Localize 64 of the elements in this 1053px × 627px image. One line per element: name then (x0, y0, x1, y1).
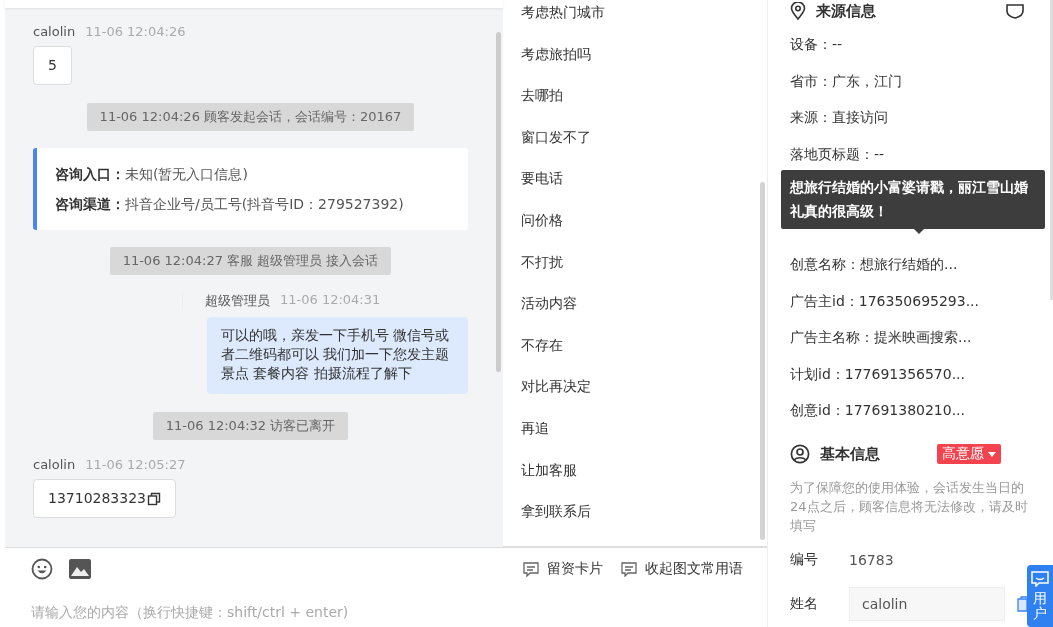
source-row-text: 广告主id：176350695293... (790, 291, 980, 311)
chat-icon (523, 561, 539, 577)
system-notice: 11-06 12:04:26 顾客发起会话，会话编号：20167 (86, 103, 415, 131)
chat-icon (621, 561, 637, 577)
source-row-text: 来源：直接访问 (790, 108, 889, 127)
phrase-item[interactable]: 再追 (521, 417, 767, 438)
phrase-item[interactable]: 考虑旅拍吗 (521, 43, 767, 64)
chat-icon (1031, 571, 1049, 587)
source-row-text: 创意名称：想旅行结婚的... (790, 255, 959, 274)
section-title: 来源信息 (816, 1, 876, 21)
source-row-text: 设备：-- (790, 35, 844, 54)
source-row-text: 计划id：177691356570... (790, 364, 966, 384)
phrase-item[interactable]: 要电话 (521, 168, 767, 189)
phrase-item[interactable]: 考虑热门城市 (521, 2, 767, 22)
message-input[interactable]: 请输入您的内容（换行快捷键：shift/ctrl + enter) (31, 604, 531, 620)
phrase-item[interactable]: 对比再决定 (521, 376, 767, 397)
message-bubble: 可以的哦，亲发一下手机号 微信号或者二维码都可以 我们加一下您发主题景点 套餐内容 拍摄流程了解下 (207, 317, 468, 394)
info-value: 未知(暂无入口信息) (125, 166, 248, 182)
message-bubble: 5 (33, 46, 72, 85)
source-row-text: 落地页标题：-- (790, 144, 886, 164)
source-row-text: 省市：广东，江门 (790, 71, 903, 91)
message-bubble: 13710283323 (33, 479, 176, 518)
sender-name: calolin (33, 457, 76, 472)
caret-icon (988, 451, 996, 457)
phrase-item[interactable]: 不打扰 (521, 251, 767, 272)
scrollbar[interactable] (760, 182, 765, 540)
message-time: 11-06 12:05:27 (85, 457, 186, 472)
info-value: 抖音企业号/员工号(抖音号ID：279527392) (125, 196, 404, 212)
phrase-item[interactable]: 不存在 (521, 334, 767, 355)
sender-name: 超级管理员 (205, 292, 270, 310)
phrase-item[interactable]: 问价格 (521, 209, 767, 230)
copy-icon[interactable] (147, 491, 161, 506)
intent-dropdown[interactable]: 高意愿 (937, 444, 1001, 464)
side-tab[interactable]: 用户 (1027, 565, 1053, 627)
system-notice: 11-06 12:04:32 访客已离开 (152, 412, 349, 440)
emoji-icon[interactable] (31, 558, 53, 580)
info-label: 咨询入口： (55, 166, 125, 182)
info-label: 咨询渠道： (55, 196, 125, 212)
system-notice: 11-06 12:04:27 客服 超级管理员 接入会话 (109, 247, 392, 275)
source-row-text: 广告主名称：提米映画搜索... (790, 328, 973, 347)
toolbar-button[interactable]: 收起图文常用语 (621, 560, 743, 578)
phrase-item[interactable]: 窗口发不了 (521, 126, 767, 147)
message-time: 11-06 12:04:26 (85, 24, 186, 39)
scrollbar[interactable] (1050, 0, 1053, 300)
field-label: 编号 (790, 551, 819, 569)
phrase-item[interactable]: 让加客服 (521, 459, 767, 480)
user-icon (790, 444, 810, 464)
phrase-item[interactable]: 去哪拍 (521, 85, 767, 106)
field-label: 姓名 (790, 595, 819, 613)
image-icon[interactable] (69, 559, 91, 579)
phrase-item[interactable]: 活动内容 (521, 293, 767, 314)
sender-name: calolin (33, 24, 76, 39)
toolbar-button[interactable]: 留资卡片 (523, 560, 603, 578)
source-row-text: 创意id：177691380210... (790, 401, 966, 420)
field-value: 16783 (849, 552, 894, 568)
notice-text: 为了保障您的使用体验，会话发生当日的24点之后，顾客信息将无法修改，请及时填写 (790, 479, 1029, 535)
location-pin-icon (790, 2, 806, 20)
shield-icon[interactable] (1005, 3, 1025, 19)
section-title: 基本信息 (820, 444, 880, 464)
name-field[interactable]: calolin (849, 587, 1005, 621)
phrase-item[interactable]: 拿到联系后 (521, 501, 767, 522)
scrollbar[interactable] (496, 32, 501, 372)
message-time: 11-06 12:04:31 (280, 292, 381, 309)
tooltip-arrow (914, 229, 924, 234)
